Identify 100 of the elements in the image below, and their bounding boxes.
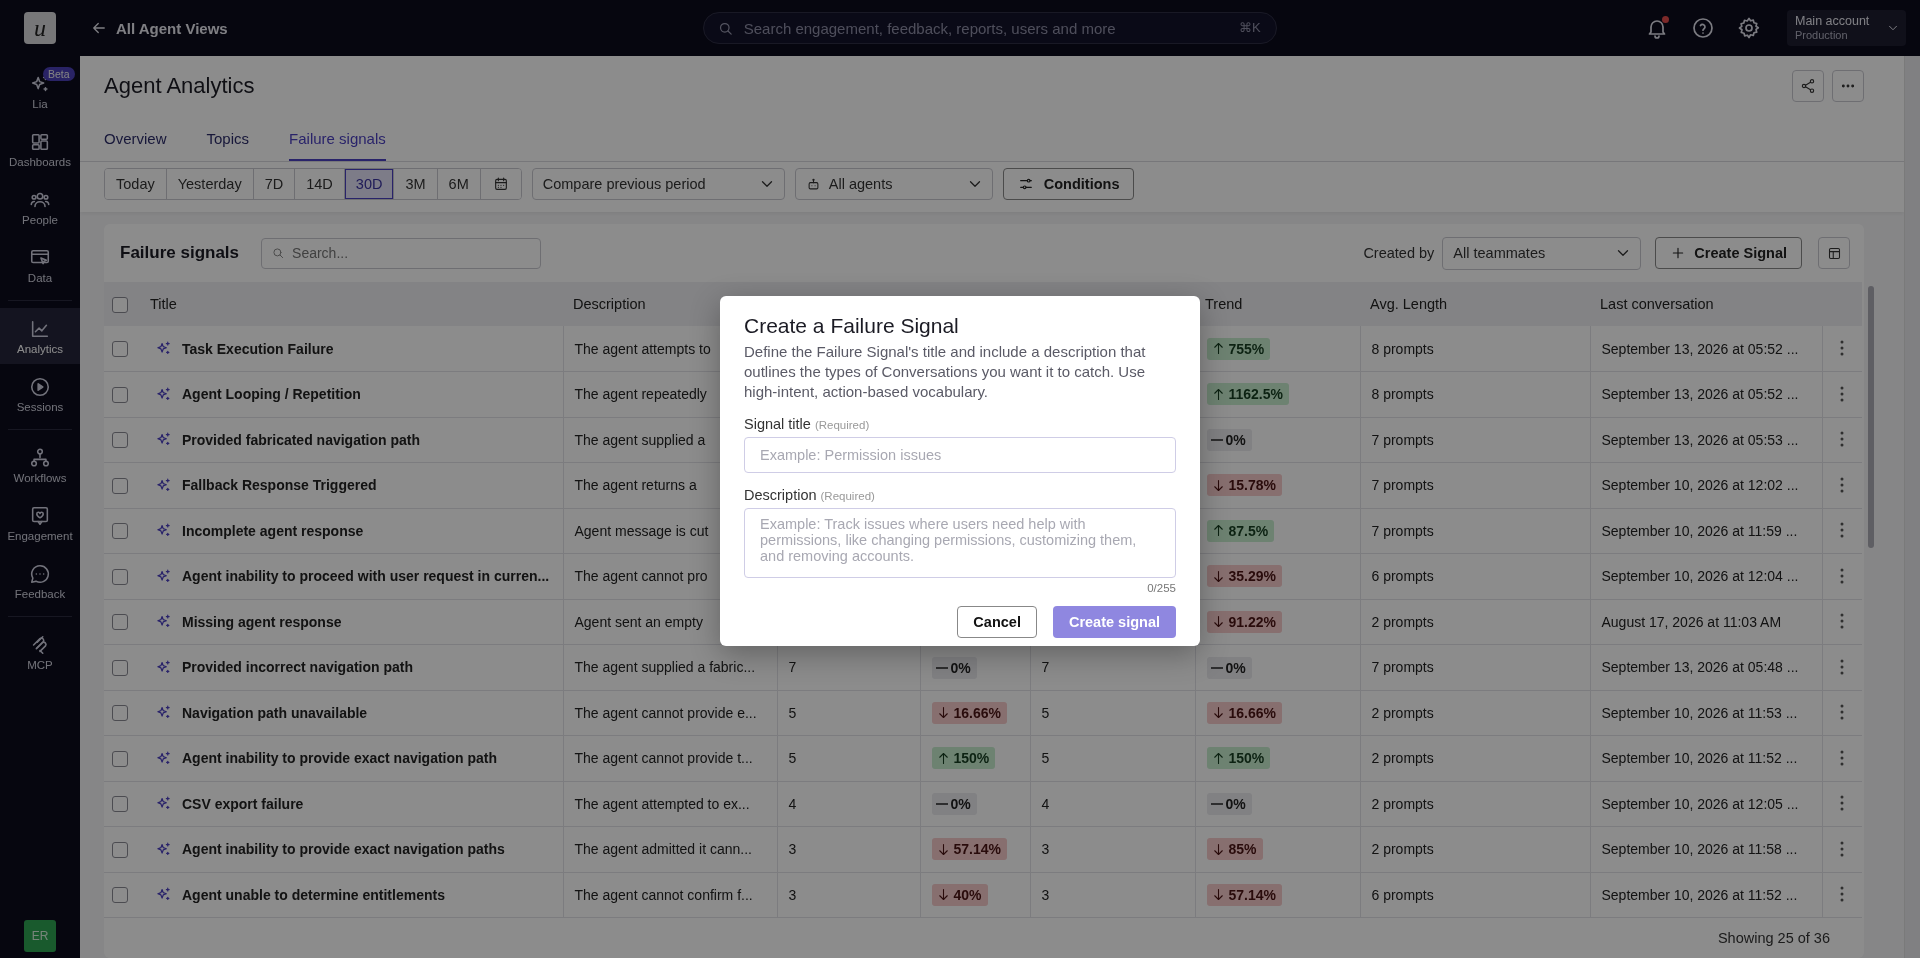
- signal-title-field[interactable]: Example: Permission issues: [744, 437, 1176, 473]
- share-button[interactable]: [1792, 70, 1824, 102]
- trend-value: 91.22%: [1228, 613, 1276, 630]
- compare-dropdown[interactable]: Compare previous period: [531, 168, 785, 200]
- sidebar-item[interactable]: MCP: [0, 624, 80, 680]
- checkbox[interactable]: [112, 477, 128, 494]
- checkbox[interactable]: [112, 523, 128, 540]
- table-cell: September 10, 2026 at 11:53 ...: [1601, 704, 1798, 721]
- created-by-dropdown[interactable]: All teammates: [1442, 236, 1642, 270]
- sidebar-item[interactable]: Feedback: [0, 553, 80, 609]
- conditions-button[interactable]: Conditions: [1002, 168, 1135, 200]
- table-cell: 3: [1041, 841, 1050, 858]
- account-switcher[interactable]: Main account Production: [1787, 10, 1906, 46]
- sidebar-item[interactable]: Beta Lia: [0, 63, 80, 119]
- table-icon: [1826, 245, 1842, 261]
- sidebar-item[interactable]: People: [0, 179, 80, 235]
- checkbox[interactable]: [112, 568, 128, 585]
- sparkle-icon: [155, 840, 172, 858]
- table-cell: August 17, 2026 at 11:03 AM: [1601, 613, 1782, 630]
- sliders-icon: [1017, 176, 1034, 192]
- trend-value: 150%: [953, 750, 990, 767]
- table-cell: The agent admitted it cann...: [574, 841, 752, 858]
- logo[interactable]: u: [24, 12, 56, 44]
- sidebar-item[interactable]: Sessions: [0, 366, 80, 422]
- trend-value: 16.66%: [1228, 704, 1276, 721]
- checkbox[interactable]: [112, 705, 128, 722]
- trend-value: 150%: [1228, 750, 1265, 767]
- sidebar-item[interactable]: Data: [0, 237, 80, 293]
- kebab-icon: [1840, 795, 1845, 812]
- checkbox[interactable]: [112, 341, 128, 358]
- checkbox[interactable]: [112, 386, 128, 403]
- table-cell: The agent cannot confirm f...: [574, 886, 753, 903]
- checkbox[interactable]: [112, 887, 128, 904]
- sidebar-item[interactable]: Dashboards: [0, 121, 80, 177]
- tab[interactable]: Failure signals: [289, 130, 386, 161]
- card-title: Failure signals: [120, 243, 240, 263]
- sidebar-item[interactable]: Engagement: [0, 495, 80, 551]
- more-button[interactable]: [1832, 70, 1864, 102]
- checkbox[interactable]: [112, 841, 128, 858]
- date-range-option[interactable]: 30D: [344, 169, 395, 199]
- table-cell: September 10, 2026 at 11:59 ...: [1601, 522, 1798, 539]
- table-cell: The agent repeatedly: [574, 386, 707, 403]
- tab[interactable]: Topics: [206, 130, 250, 161]
- signal-title: Navigation path unavailable: [182, 704, 368, 721]
- date-range-option[interactable]: Today: [105, 169, 167, 199]
- trend-value: 40%: [953, 886, 982, 903]
- dash-icon: [935, 666, 948, 669]
- page-scrollbar[interactable]: [1904, 56, 1920, 958]
- column-header: Description: [573, 296, 646, 312]
- back-link[interactable]: All Agent Views: [90, 19, 228, 37]
- signal-title: Incomplete agent response: [182, 522, 364, 539]
- table-cell: 4: [788, 795, 797, 812]
- signal-title: Agent unable to determine entitlements: [182, 886, 445, 903]
- trend-value: 0%: [950, 659, 971, 676]
- table-cell: 5: [788, 750, 797, 767]
- table-cell: 3: [788, 841, 797, 858]
- table-cell: September 13, 2026 at 05:52 ...: [1601, 386, 1799, 403]
- calendar-icon: [492, 176, 509, 192]
- table-cell: 3: [1041, 886, 1050, 903]
- table-settings-button[interactable]: [1818, 237, 1850, 269]
- table-cell: September 10, 2026 at 11:52 ...: [1601, 750, 1798, 767]
- page-title: Agent Analytics: [104, 73, 255, 99]
- signal-title: Provided incorrect navigation path: [182, 659, 414, 676]
- trend-value: 0%: [1225, 659, 1246, 676]
- sidebar-item[interactable]: Workflows: [0, 437, 80, 493]
- sparkle-icon: [155, 340, 172, 357]
- tab[interactable]: Overview: [104, 130, 167, 161]
- table-cell: The agent supplied a: [574, 431, 706, 448]
- required-hint: (Required): [820, 490, 875, 502]
- dialog-title: Create a Failure Signal: [744, 314, 960, 338]
- signal-title: Agent inability to provide exact navigation paths: [182, 841, 505, 858]
- signal-title: Agent inability to provide exact navigation path: [182, 750, 498, 767]
- cancel-button[interactable]: Cancel: [957, 606, 1037, 638]
- trend-value: 0%: [950, 796, 971, 813]
- table-cell: 3: [788, 886, 797, 903]
- checkbox[interactable]: [112, 614, 128, 631]
- trend-value: 0%: [1225, 796, 1246, 813]
- table-cell: The agent attempts to: [574, 340, 711, 357]
- table-cell: Agent sent an empty: [574, 613, 703, 630]
- robot-icon: [805, 176, 821, 192]
- kebab-icon: [1840, 704, 1845, 721]
- trend-value: 87.5%: [1228, 522, 1269, 539]
- dialog-description: Define the Failure Signal's title and include a description that outlines the types of Conversations you want it to catch. Use high-intent, action-based vocabulary.: [744, 342, 1147, 402]
- agents-dropdown[interactable]: All agents: [794, 168, 993, 200]
- dash-icon: [1210, 439, 1223, 442]
- table-cell: 5: [1041, 704, 1050, 721]
- create-signal-button[interactable]: Create Signal: [1655, 237, 1802, 269]
- sparkle-icon: [155, 658, 172, 676]
- checkbox[interactable]: [112, 796, 128, 813]
- checkbox[interactable]: [112, 659, 128, 676]
- checkbox[interactable]: [112, 750, 128, 767]
- table-cell: The agent cannot pro: [574, 568, 708, 585]
- kebab-icon: [1840, 886, 1845, 903]
- checkbox[interactable]: [112, 432, 128, 449]
- table-cell: The agent supplied a fabric...: [574, 659, 756, 676]
- table-cell: The agent cannot provide e...: [574, 704, 757, 721]
- sidebar-item[interactable]: Analytics: [0, 308, 80, 364]
- signal-title: Agent Looping / Repetition: [182, 386, 361, 403]
- checkbox[interactable]: [112, 296, 128, 313]
- description-field[interactable]: Example: Track issues where users need help with permissions, like changing permissions, customizing them, and removing accounts.: [744, 508, 1176, 578]
